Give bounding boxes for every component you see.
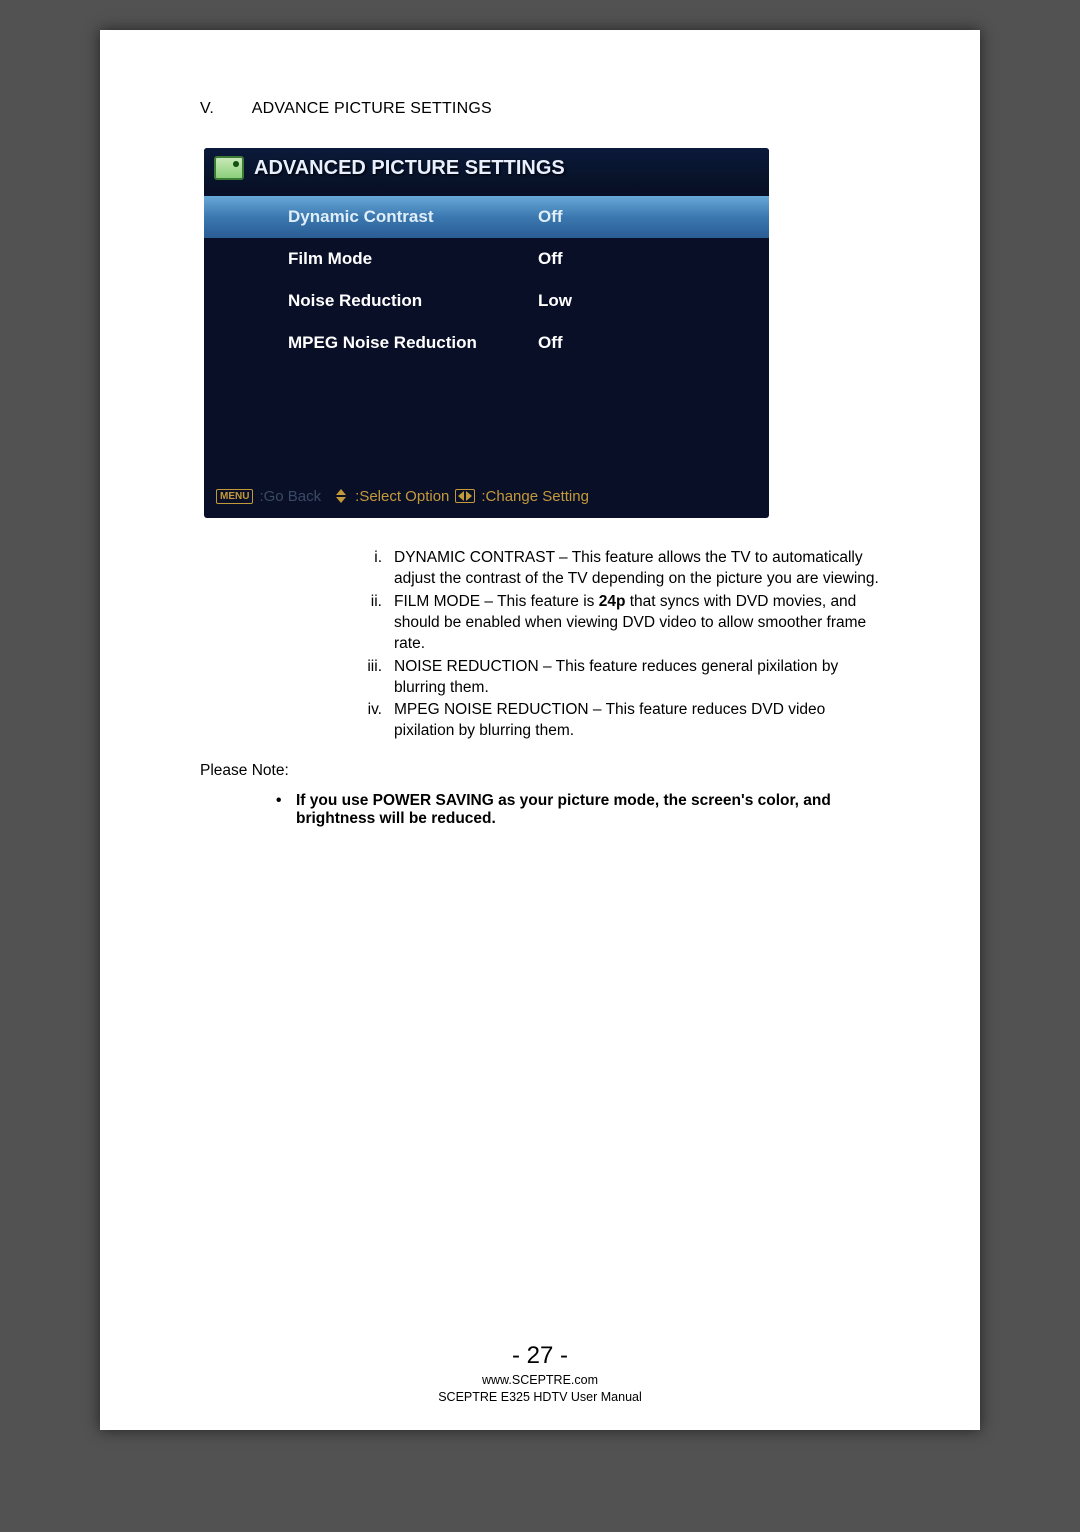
description-list: i. DYNAMIC CONTRAST – This feature allow… — [348, 548, 880, 742]
description-text: FILM MODE – This feature is 24p that syn… — [394, 592, 880, 655]
osd-footer: MENU :Go Back :Select Option :Change Set… — [216, 482, 757, 510]
osd-rows: Dynamic Contrast Off Film Mode Off Noise… — [204, 188, 769, 364]
picture-settings-icon — [214, 156, 244, 180]
please-note-label: Please Note: — [200, 762, 880, 780]
tv-osd-screenshot: ADVANCED PICTURE SETTINGS Dynamic Contra… — [204, 148, 769, 518]
section-number: V. — [200, 100, 248, 118]
osd-row-value: Low — [538, 291, 572, 311]
section-title: ADVANCE PICTURE SETTINGS — [252, 100, 492, 117]
osd-row-label: Dynamic Contrast — [288, 207, 538, 227]
osd-row-label: MPEG Noise Reduction — [288, 333, 538, 353]
osd-titlebar: ADVANCED PICTURE SETTINGS — [204, 148, 769, 188]
menu-badge-icon: MENU — [216, 489, 253, 504]
desc-text-before: FILM MODE – This feature is — [394, 593, 599, 610]
description-item: ii. FILM MODE – This feature is 24p that… — [348, 592, 880, 655]
up-down-arrows-icon — [333, 489, 349, 503]
osd-row-noise-reduction[interactable]: Noise Reduction Low — [204, 280, 769, 322]
roman-numeral: iii. — [348, 657, 394, 699]
description-text: MPEG NOISE REDUCTION – This feature redu… — [394, 700, 880, 742]
page-number: - 27 - — [100, 1342, 980, 1370]
page-footer: www.SCEPTRE.com SCEPTRE E325 HDTV User M… — [100, 1372, 980, 1406]
osd-row-value: Off — [538, 207, 563, 227]
description-item: iv. MPEG NOISE REDUCTION – This feature … — [348, 700, 880, 742]
note-bullet: • If you use POWER SAVING as your pictur… — [276, 792, 880, 828]
osd-row-dynamic-contrast[interactable]: Dynamic Contrast Off — [204, 196, 769, 238]
description-item: i. DYNAMIC CONTRAST – This feature allow… — [348, 548, 880, 590]
footer-manual-name: SCEPTRE E325 HDTV User Manual — [438, 1390, 642, 1404]
footer-go-back: :Go Back — [259, 488, 321, 505]
footer-change-setting: :Change Setting — [481, 488, 589, 505]
osd-title: ADVANCED PICTURE SETTINGS — [254, 157, 565, 180]
osd-row-label: Noise Reduction — [288, 291, 538, 311]
roman-numeral: i. — [348, 548, 394, 590]
document-page: V. ADVANCE PICTURE SETTINGS ADVANCED PIC… — [100, 30, 980, 1430]
footer-select-option: :Select Option — [355, 488, 449, 505]
bullet-icon: • — [276, 792, 296, 828]
footer-url: www.SCEPTRE.com — [482, 1373, 598, 1387]
left-right-arrows-icon — [455, 489, 475, 503]
note-bullet-text: If you use POWER SAVING as your picture … — [296, 792, 880, 828]
section-heading: V. ADVANCE PICTURE SETTINGS — [200, 100, 880, 118]
osd-row-value: Off — [538, 249, 563, 269]
roman-numeral: iv. — [348, 700, 394, 742]
roman-numeral: ii. — [348, 592, 394, 655]
osd-row-mpeg-noise-reduction[interactable]: MPEG Noise Reduction Off — [204, 322, 769, 364]
osd-row-film-mode[interactable]: Film Mode Off — [204, 238, 769, 280]
description-text: DYNAMIC CONTRAST – This feature allows t… — [394, 548, 880, 590]
description-text: NOISE REDUCTION – This feature reduces g… — [394, 657, 880, 699]
osd-row-value: Off — [538, 333, 563, 353]
osd-row-label: Film Mode — [288, 249, 538, 269]
description-item: iii. NOISE REDUCTION – This feature redu… — [348, 657, 880, 699]
desc-text-bold: 24p — [599, 593, 626, 610]
